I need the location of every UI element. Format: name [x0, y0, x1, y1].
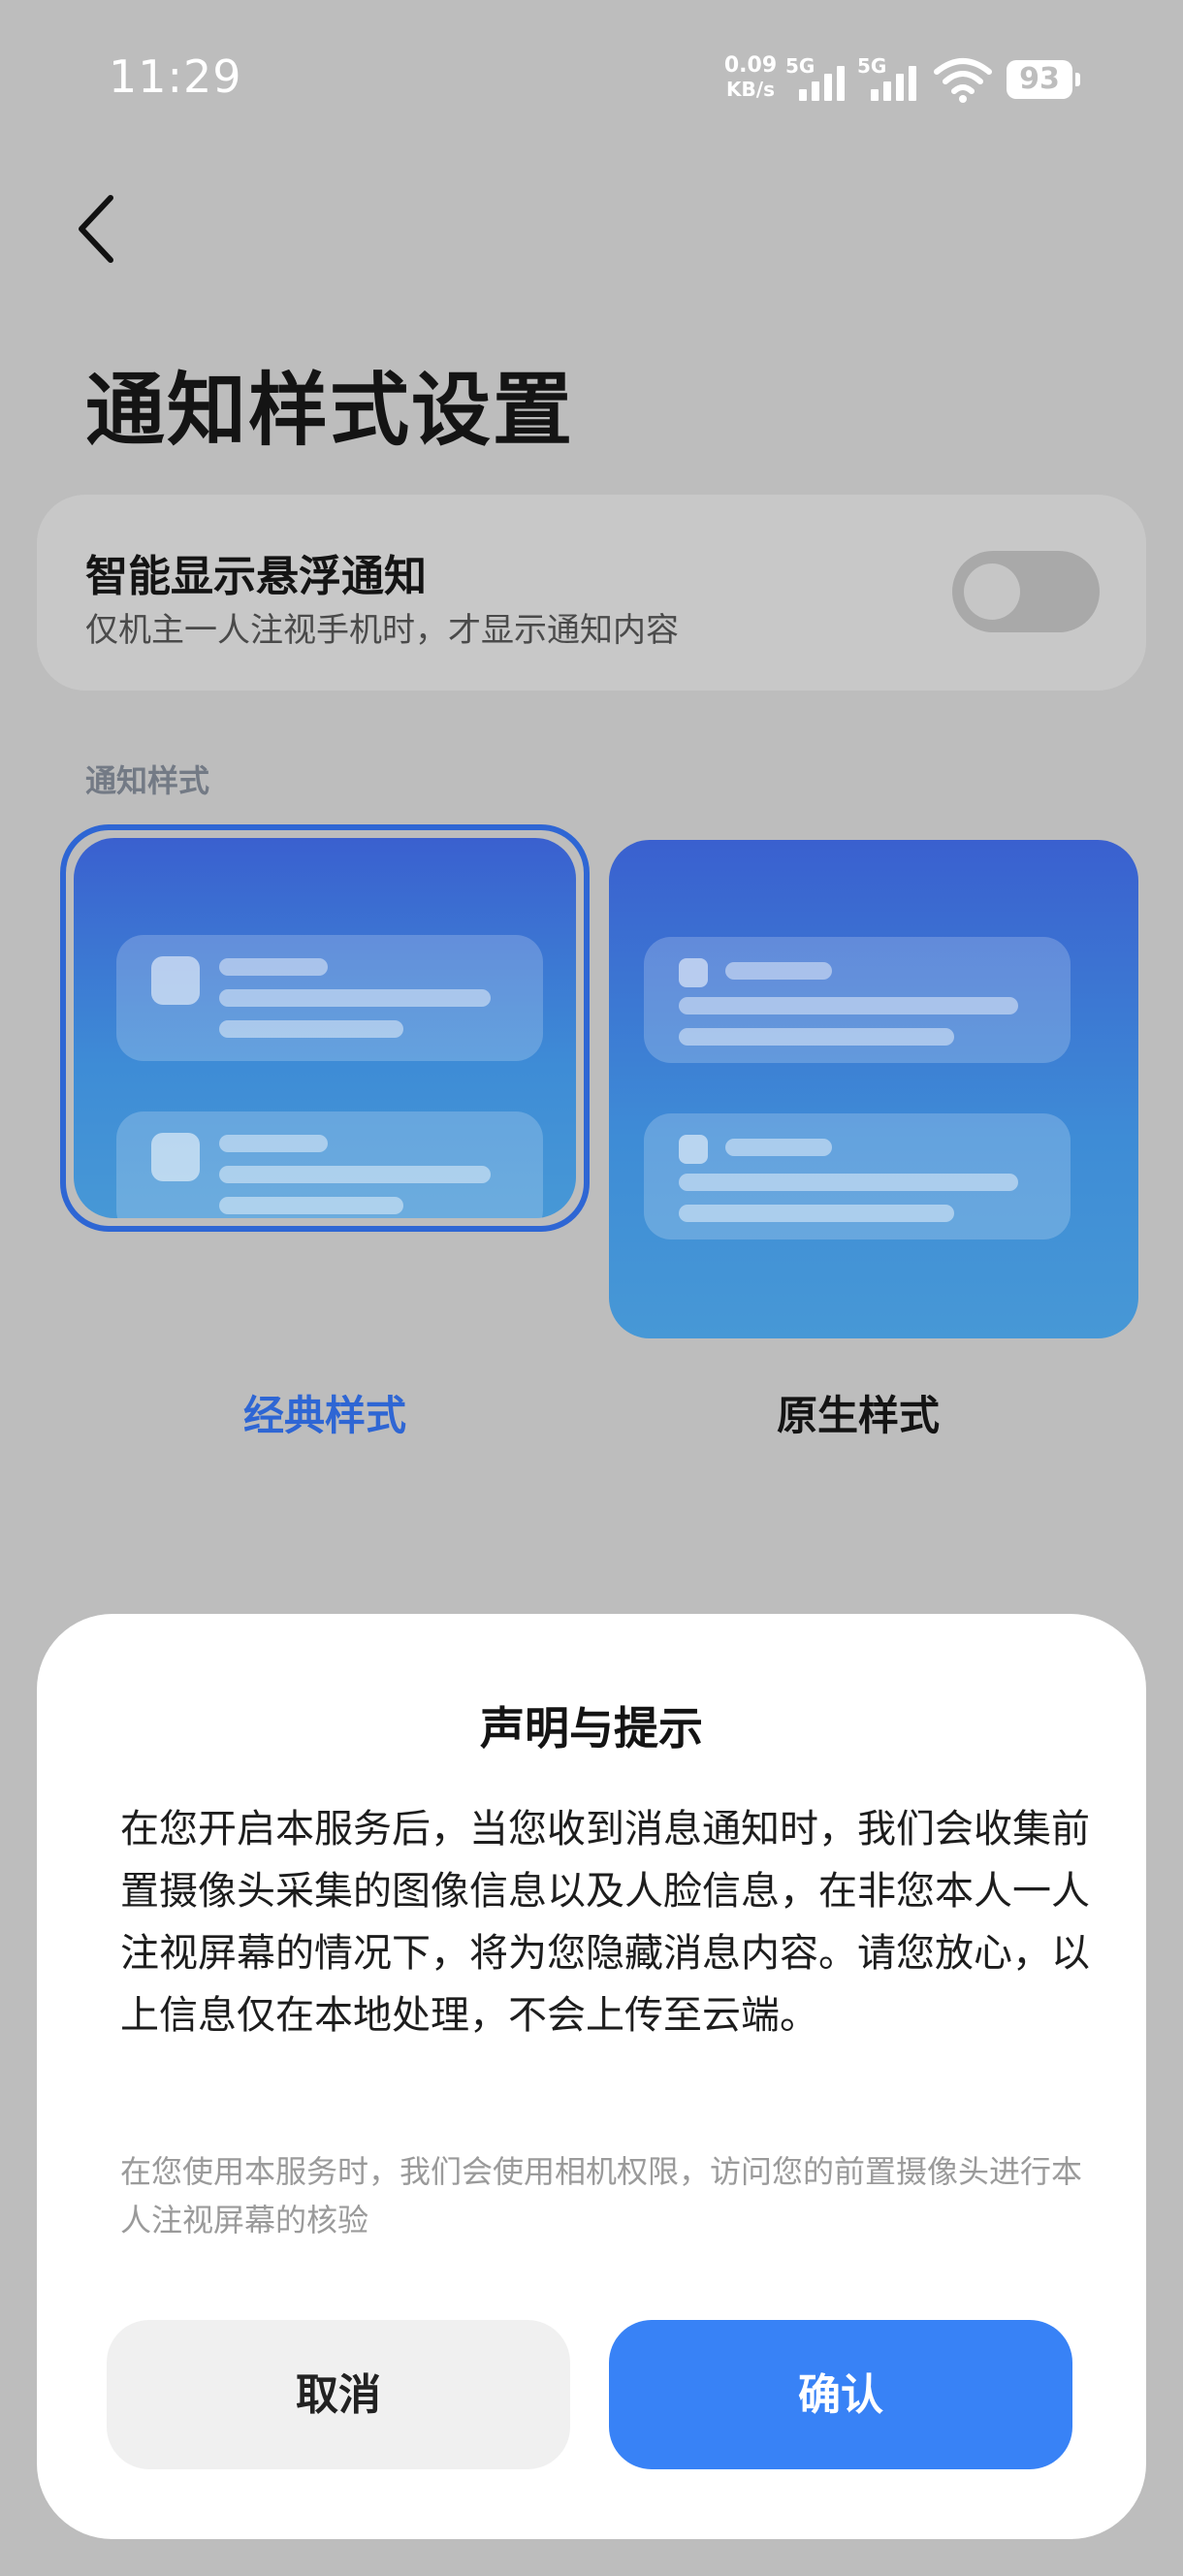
back-arrow-icon	[79, 195, 113, 263]
smart-display-setting[interactable]: 智能显示悬浮通知 仅机主一人注视手机时，才显示通知内容	[37, 495, 1146, 691]
back-button[interactable]	[68, 190, 126, 268]
preview-notification-card	[116, 1111, 543, 1218]
dialog-note: 在您使用本服务时，我们会使用相机权限，访问您的前置摄像头进行本人注视屏幕的核验	[120, 2153, 1083, 2238]
sim2-signal-icon: 5G	[857, 54, 925, 101]
style-label-native: 原生样式	[776, 1392, 940, 1439]
dialog-title: 声明与提示	[480, 1702, 703, 1755]
style-option-classic[interactable]	[60, 824, 590, 1232]
toggle-knob	[964, 564, 1020, 620]
wifi-icon	[934, 58, 992, 103]
style-label-classic: 经典样式	[242, 1392, 406, 1439]
status-time: 11:29	[109, 50, 242, 103]
smart-display-title: 智能显示悬浮通知	[85, 552, 427, 601]
sim1-signal-icon: 5G	[785, 54, 853, 101]
section-label-notification-style: 通知样式	[85, 762, 210, 799]
native-style-preview	[609, 840, 1138, 1338]
cancel-button[interactable]: 取消	[107, 2320, 570, 2469]
network-speed: 0.09 KB/s	[721, 53, 780, 102]
page-title: 通知样式设置	[85, 365, 575, 457]
battery-icon: 93	[1007, 60, 1080, 99]
dialog-body: 在您开启本服务后，当您收到消息通知时，我们会收集前置摄像头采集的图像信息以及人脸…	[120, 1807, 1090, 2038]
status-bar: 11:29 0.09 KB/s 5G 5G 93	[0, 0, 1183, 155]
battery-level: 93	[1019, 62, 1060, 96]
classic-style-preview	[74, 838, 576, 1218]
preview-notification-card	[644, 1113, 1071, 1240]
smart-display-description: 仅机主一人注视手机时，才显示通知内容	[85, 611, 679, 650]
preview-notification-card	[116, 935, 543, 1061]
disclaimer-dialog: 声明与提示 在您开启本服务后，当您收到消息通知时，我们会收集前置摄像头采集的图像…	[37, 1614, 1146, 2539]
preview-notification-card	[644, 937, 1071, 1063]
style-option-native[interactable]	[609, 840, 1138, 1338]
smart-display-toggle[interactable]	[952, 551, 1100, 632]
confirm-button[interactable]: 确认	[609, 2320, 1072, 2469]
network-speed-value: 0.09	[723, 53, 778, 78]
network-speed-unit: KB/s	[726, 78, 775, 101]
